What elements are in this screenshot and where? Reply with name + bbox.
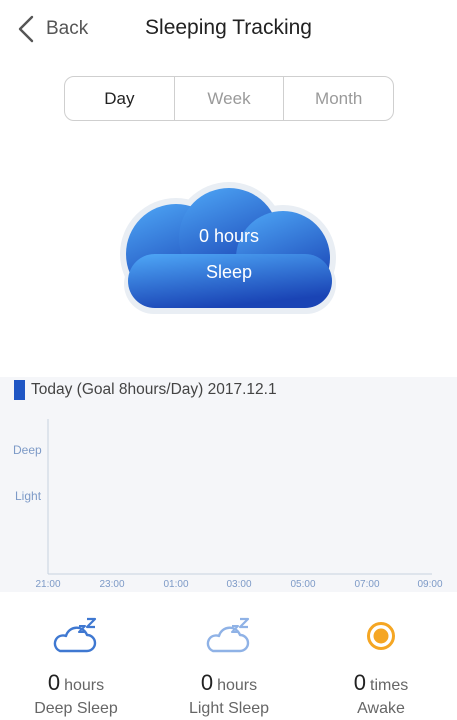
chart-heading-text: Today (Goal 8hours/Day) 2017.12.1 [31, 381, 277, 398]
x-tick: 09:00 [417, 579, 443, 590]
tab-month[interactable]: Month [284, 77, 393, 120]
awake-sun-icon [367, 622, 395, 650]
light-sleep-cloud-icon [206, 617, 250, 653]
light-sleep-label: Light Sleep [188, 700, 270, 717]
x-tick: 23:00 [99, 579, 125, 590]
heading-marker [14, 380, 25, 400]
sleep-label: Sleep [205, 262, 253, 282]
deep-sleep-label: Deep Sleep [34, 700, 118, 717]
x-tick: 07:00 [354, 579, 380, 590]
tab-week[interactable]: Week [175, 77, 285, 120]
sleep-summary-cloud: 0 hours Sleep [118, 178, 340, 318]
y-label-deep: Deep [13, 443, 42, 457]
light-sleep-value: 0 hours [200, 670, 258, 695]
x-tick: 21:00 [35, 579, 61, 590]
awake-value: 0 times [353, 670, 409, 695]
chart-heading: Today (Goal 8hours/Day) 2017.12.1 [14, 380, 277, 400]
deep-sleep-value: 0 hours [47, 670, 105, 695]
chart-axes [47, 419, 432, 575]
y-label-light: Light [15, 489, 42, 503]
x-tick: 03:00 [226, 579, 252, 590]
tab-day[interactable]: Day [65, 77, 175, 120]
sleep-chart [0, 377, 457, 592]
x-tick: 01:00 [163, 579, 189, 590]
page-title: Sleeping Tracking [145, 16, 312, 39]
deep-sleep-cloud-icon [53, 617, 97, 653]
stat-awake: 0 times Awake [305, 612, 457, 720]
awake-label: Awake [357, 700, 405, 717]
stat-deep-sleep: 0 hours Deep Sleep [0, 612, 152, 720]
cloud-icon [120, 182, 336, 314]
header: Back Sleeping Tracking [0, 0, 457, 60]
sleep-hours-value: 0 hours [198, 226, 260, 246]
x-tick: 05:00 [290, 579, 316, 590]
stat-light-sleep: 0 hours Light Sleep [153, 612, 305, 720]
period-segmented-control: Day Week Month [64, 76, 394, 121]
